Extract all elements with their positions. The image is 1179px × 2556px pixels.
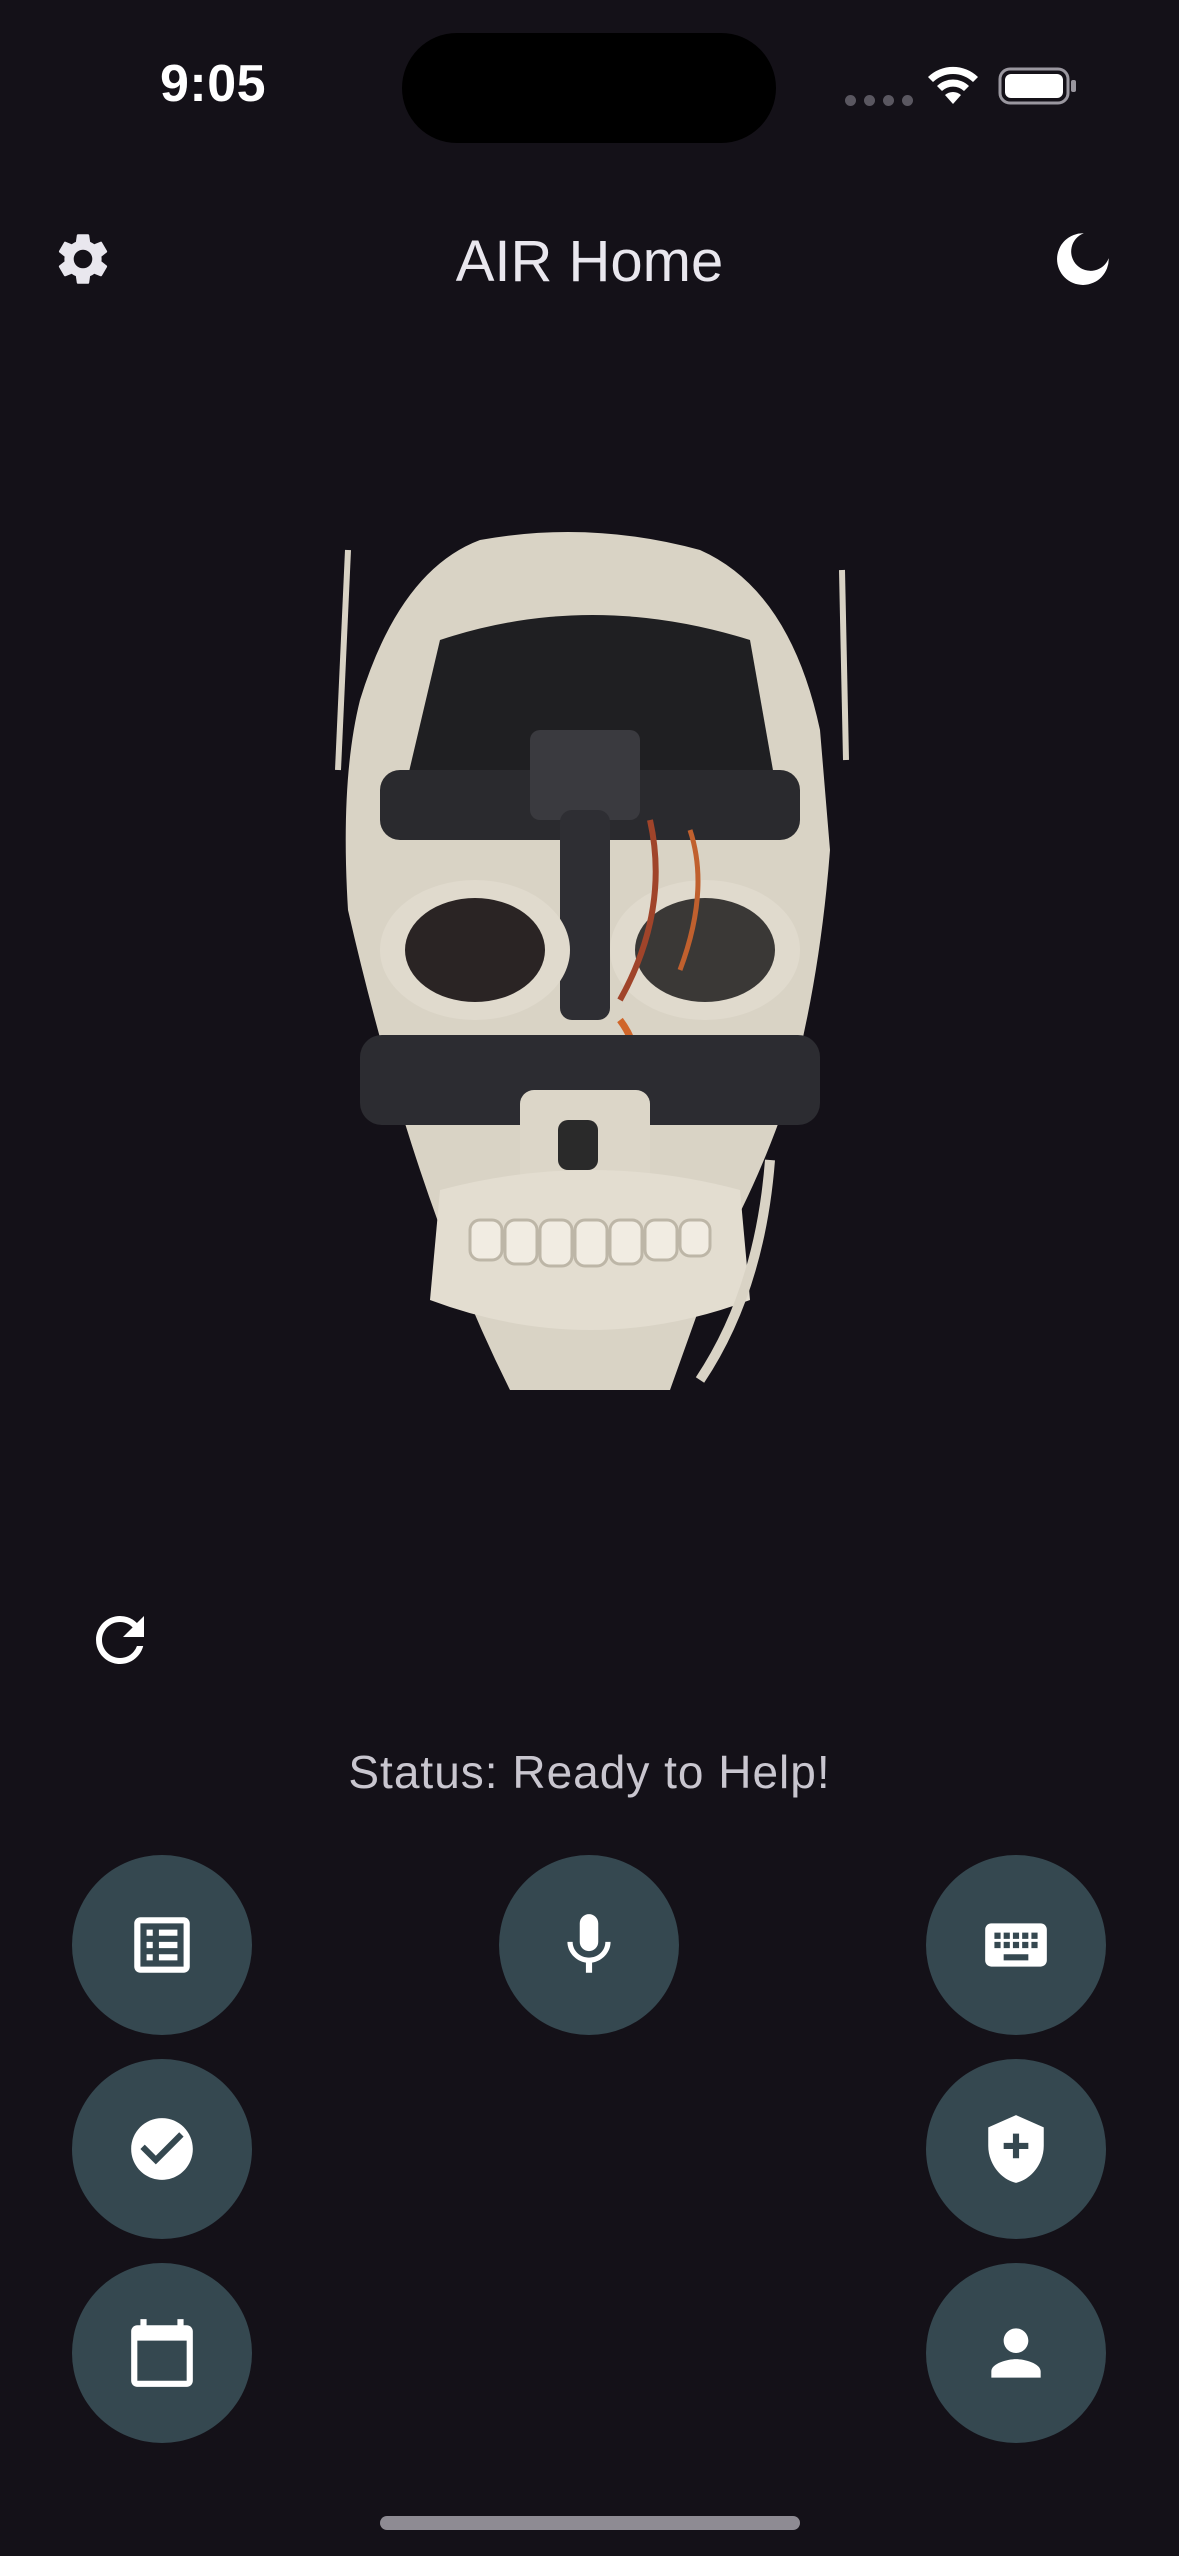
keyboard-button[interactable] — [926, 1855, 1106, 2035]
health-button[interactable] — [926, 2059, 1106, 2239]
profile-button[interactable] — [926, 2263, 1106, 2443]
dynamic-island — [402, 33, 776, 143]
microphone-icon — [567, 1914, 611, 1973]
cellular-signal-icon — [845, 95, 913, 106]
page-title: AIR Home — [455, 229, 724, 294]
check-circle-icon — [131, 2118, 193, 2180]
wifi-icon — [928, 66, 978, 104]
status-time: 9:05 — [160, 55, 267, 113]
calendar-button[interactable] — [72, 2263, 252, 2443]
home-indicator[interactable] — [380, 2516, 800, 2530]
battery-icon — [998, 67, 1076, 105]
shield-plus-icon — [988, 2115, 1044, 2183]
keyboard-icon — [985, 1923, 1047, 1967]
list-button[interactable] — [72, 1855, 252, 2035]
microphone-button[interactable] — [499, 1855, 679, 2035]
status-text: Status: Ready to Help! — [348, 1746, 831, 1798]
refresh-icon[interactable] — [84, 1604, 156, 1676]
list-icon — [134, 1917, 190, 1973]
tasks-button[interactable] — [72, 2059, 252, 2239]
calendar-icon — [131, 2319, 193, 2387]
dark-mode-moon-icon[interactable] — [1052, 228, 1114, 290]
robot-head-image — [335, 532, 849, 1390]
person-icon — [991, 2328, 1041, 2378]
